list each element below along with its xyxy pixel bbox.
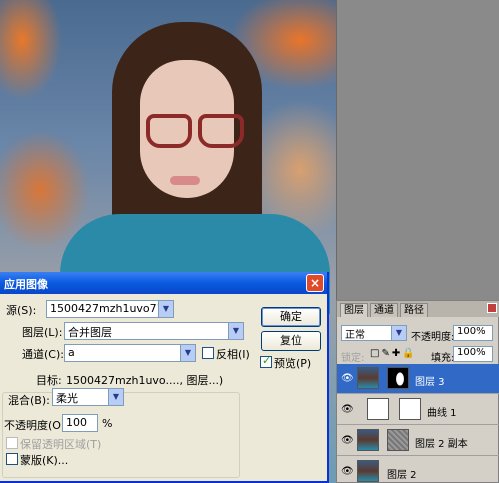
close-icon[interactable]: ×: [306, 274, 324, 292]
layer-thumbnail: [357, 460, 379, 482]
source-value: 1500427mzh1uvo7167z...: [50, 302, 173, 315]
invert-label: 反相(I): [216, 348, 250, 361]
layer-label: 图层(L):: [22, 326, 63, 339]
eye-icon[interactable]: 👁: [341, 404, 354, 415]
fill-label: 填充:: [431, 353, 455, 364]
blend-select[interactable]: 柔光 ▼: [52, 388, 124, 406]
chevron-down-icon: ▼: [391, 326, 406, 340]
layer-select[interactable]: 合并图层 ▼: [64, 322, 244, 340]
panel-opacity-label: 不透明度:: [411, 332, 455, 343]
photo-lens-left: [146, 114, 192, 148]
layer-row[interactable]: 👁 图层 2: [337, 457, 499, 483]
target-label: 目标:: [36, 374, 62, 387]
mask-thumbnail: [399, 398, 421, 420]
layer-row[interactable]: 👁 曲线 1: [337, 395, 499, 425]
preserve-transparency-checkbox[interactable]: [6, 437, 18, 449]
tab-paths[interactable]: 路径: [400, 303, 428, 317]
mask-label: 蒙版(K)...: [20, 454, 69, 467]
lock-label: 锁定:: [341, 353, 365, 364]
opacity-input[interactable]: 100: [62, 414, 98, 432]
opacity-value: 100: [66, 416, 87, 429]
eye-icon[interactable]: 👁: [341, 435, 354, 446]
layer-thumbnail: [357, 429, 379, 451]
photoshop-workspace: 应用图像 × 源(S): 1500427mzh1uvo7167z... ▼ 图层…: [0, 0, 499, 483]
fill-value: 100%: [457, 347, 486, 358]
curves-icon: [367, 398, 389, 420]
invert-checkbox[interactable]: [202, 347, 214, 359]
layer-name: 图层 2 副本: [415, 439, 468, 450]
chevron-down-icon: ▼: [180, 345, 195, 361]
close-icon[interactable]: [487, 303, 497, 313]
photo-lens-right: [198, 114, 244, 148]
layer-name: 图层 3: [415, 377, 445, 388]
target-value: 1500427mzh1uvo...., 图层...): [66, 374, 224, 387]
layer-thumbnail: [357, 367, 379, 389]
mask-thumbnail: [387, 367, 409, 389]
channel-select[interactable]: a ▼: [64, 344, 196, 362]
layer-row[interactable]: 👁 图层 2 副本: [337, 426, 499, 456]
photo-glasses: [146, 114, 244, 154]
workspace-background: [336, 0, 499, 300]
preview-checkbox[interactable]: [260, 354, 272, 368]
tab-channels[interactable]: 通道: [370, 303, 398, 317]
eye-icon[interactable]: 👁: [341, 466, 354, 477]
opacity-unit: %: [102, 417, 113, 430]
panel-tabs: 图层 通道 路径: [337, 301, 499, 317]
panel-opacity-input[interactable]: 100%: [453, 325, 493, 341]
dialog-title: 应用图像: [4, 278, 48, 291]
layer-value: 合并图层: [68, 326, 112, 339]
mask-checkbox[interactable]: [6, 453, 18, 465]
channel-label: 通道(C):: [22, 348, 64, 361]
apply-image-dialog: 应用图像 × 源(S): 1500427mzh1uvo7167z... ▼ 图层…: [0, 272, 329, 483]
opacity-label: 不透明度(O):: [4, 419, 69, 432]
channel-value: a: [68, 346, 75, 359]
ok-button[interactable]: 确定: [261, 307, 321, 327]
chevron-down-icon: ▼: [228, 323, 243, 339]
reset-button[interactable]: 复位: [261, 331, 321, 351]
source-select[interactable]: 1500427mzh1uvo7167z... ▼: [46, 300, 174, 318]
layer-name: 曲线 1: [427, 408, 457, 419]
blend-value: 柔光: [56, 392, 78, 405]
layer-row[interactable]: 👁 图层 3: [337, 364, 499, 394]
chevron-down-icon: ▼: [158, 301, 173, 317]
preview-label: 预览(P): [274, 357, 312, 370]
fill-input[interactable]: 100%: [453, 346, 493, 362]
photo-lips: [170, 176, 200, 185]
source-label: 源(S):: [6, 304, 37, 317]
layer-name: 图层 2: [387, 470, 417, 481]
chevron-down-icon: ▼: [108, 389, 123, 405]
eye-icon[interactable]: 👁: [341, 373, 354, 384]
tab-layers[interactable]: 图层: [340, 303, 368, 317]
blend-label: 混合(B):: [8, 394, 50, 407]
blend-mode-value: 正常: [345, 330, 365, 341]
mask-thumbnail: [387, 429, 409, 451]
lock-icons[interactable]: □✎✚🔒: [370, 348, 417, 359]
preserve-transparency-label: 保留透明区域(T): [20, 438, 102, 451]
layers-panel: 图层 通道 路径 正常 ▼ 不透明度: 100% 锁定: □✎✚🔒 填充: 10…: [336, 300, 499, 483]
blend-mode-select[interactable]: 正常 ▼: [341, 325, 407, 341]
dialog-titlebar[interactable]: 应用图像 ×: [0, 272, 327, 294]
panel-opacity-value: 100%: [457, 326, 486, 337]
